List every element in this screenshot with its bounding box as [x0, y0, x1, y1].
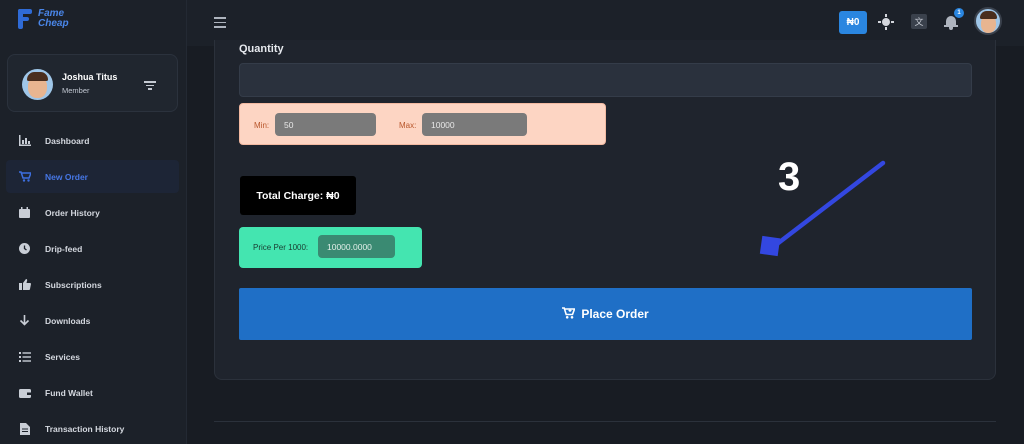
sidebar-item-subscriptions[interactable]: Subscriptions	[6, 268, 179, 301]
max-label: Max:	[399, 121, 417, 130]
translate-icon[interactable]: 文	[911, 14, 927, 29]
sidebar: Fame Cheap Joshua Titus Member Dashboard…	[0, 0, 187, 444]
thumbs-up-icon	[18, 279, 31, 291]
divider	[214, 421, 996, 422]
price-per-1000-value: 10000.0000	[318, 235, 395, 258]
price-per-1000-info: Price Per 1000: 10000.0000	[239, 227, 422, 268]
user-role: Member	[62, 86, 90, 95]
max-value: 10000	[422, 113, 527, 136]
user-name: Joshua Titus	[62, 72, 118, 82]
sidebar-item-transaction-history[interactable]: Transaction History	[6, 412, 179, 444]
download-arrow-icon	[18, 315, 31, 327]
min-label: Min:	[254, 121, 270, 130]
balance-badge[interactable]: ₦0	[839, 11, 867, 34]
price-per-1000-label: Price Per 1000:	[253, 243, 309, 252]
clock-icon	[18, 243, 31, 255]
sidebar-item-label: Subscriptions	[45, 279, 102, 290]
quantity-label: Quantity	[239, 43, 284, 55]
notification-count-badge: 1	[954, 8, 964, 18]
brand-name: Fame Cheap	[38, 8, 69, 29]
theme-toggle-icon[interactable]	[878, 14, 894, 30]
avatar[interactable]	[22, 69, 53, 100]
list-icon	[18, 351, 31, 363]
place-order-label: Place Order	[581, 307, 649, 321]
place-order-button[interactable]: Place Order	[239, 288, 972, 340]
chart-icon	[18, 135, 31, 147]
sidebar-item-label: Order History	[45, 207, 100, 218]
total-charge: Total Charge: ₦0	[240, 176, 356, 215]
wallet-icon	[18, 387, 31, 399]
profile-avatar[interactable]	[974, 7, 1002, 35]
quantity-input[interactable]	[239, 63, 972, 97]
sidebar-item-new-order[interactable]: New Order	[6, 160, 179, 193]
cart-icon	[18, 171, 31, 183]
menu-toggle-icon[interactable]	[214, 17, 226, 31]
sidebar-item-label: Downloads	[45, 315, 91, 326]
sidebar-item-label: Services	[45, 351, 80, 362]
sidebar-item-dashboard[interactable]: Dashboard	[6, 124, 179, 157]
sidebar-item-fund-wallet[interactable]: Fund Wallet	[6, 376, 179, 409]
sidebar-item-label: New Order	[45, 171, 88, 182]
sidebar-item-label: Transaction History	[45, 423, 125, 434]
annotation-arrow-icon	[759, 160, 886, 257]
user-card: Joshua Titus Member	[7, 54, 178, 112]
sidebar-item-order-history[interactable]: Order History	[6, 196, 179, 229]
sidebar-item-services[interactable]: Services	[6, 340, 179, 373]
sidebar-item-downloads[interactable]: Downloads	[6, 304, 179, 337]
sidebar-item-label: Fund Wallet	[45, 387, 93, 398]
cart-icon	[562, 306, 576, 322]
calendar-icon	[18, 207, 31, 219]
filter-icon[interactable]	[144, 81, 156, 92]
logo-icon	[18, 9, 34, 29]
brand-logo[interactable]: Fame Cheap	[18, 9, 69, 29]
min-max-info: Min: 50 Max: 10000	[239, 103, 606, 145]
document-icon	[18, 422, 31, 435]
min-value: 50	[275, 113, 376, 136]
sidebar-item-label: Drip-feed	[45, 243, 83, 254]
sidebar-item-drip-feed[interactable]: Drip-feed	[6, 232, 179, 265]
sidebar-item-label: Dashboard	[45, 135, 90, 146]
